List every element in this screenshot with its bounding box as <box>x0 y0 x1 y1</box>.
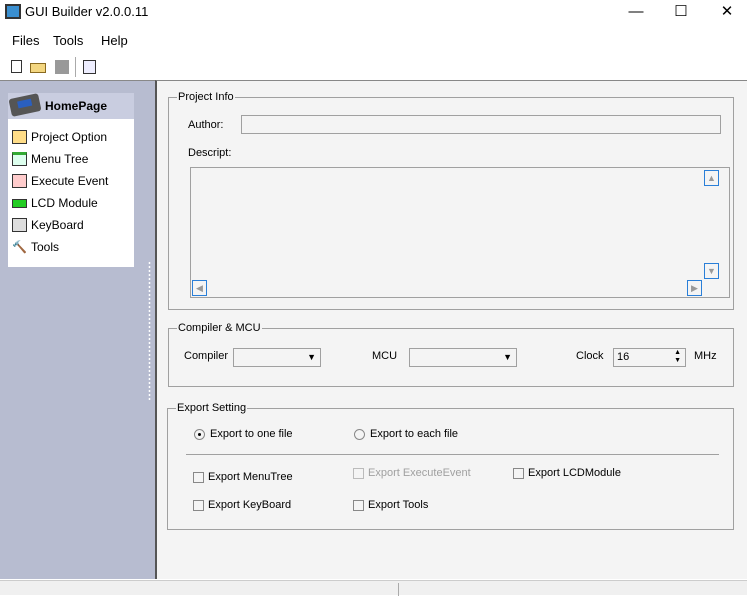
splitter-grip[interactable] <box>148 261 151 401</box>
menu-tools[interactable]: Tools <box>53 33 83 48</box>
keyboard-icon <box>12 218 27 232</box>
clock-label: Clock <box>576 350 604 362</box>
sidebar-item-execute-event[interactable]: Execute Event <box>12 170 108 192</box>
radio-export-each-file-label[interactable]: Export to each file <box>370 428 458 440</box>
checkbox-export-lcdmodule[interactable] <box>513 468 524 479</box>
status-bar <box>0 580 747 596</box>
compiler-mcu-legend: Compiler & MCU <box>178 322 261 334</box>
item-label: Project Option <box>31 130 108 144</box>
checkbox-export-menutree[interactable] <box>193 472 204 483</box>
project-info-legend: Project Info <box>178 91 234 103</box>
radio-export-each-file[interactable] <box>354 429 365 440</box>
app-icon <box>5 4 21 19</box>
sidebar-item-lcd-module[interactable]: LCD Module <box>12 192 98 214</box>
execute-event-icon <box>12 174 27 188</box>
status-divider <box>398 583 399 596</box>
window-title: GUI Builder v2.0.0.11 <box>25 4 149 19</box>
scroll-down-button[interactable]: ▼ <box>704 263 719 279</box>
homepage-label: HomePage <box>45 99 108 113</box>
checkbox-export-lcdmodule-label[interactable]: Export LCDModule <box>528 467 621 479</box>
item-label: Tools <box>31 240 60 254</box>
checkbox-export-executeevent-label: Export ExecuteEvent <box>368 467 471 479</box>
scroll-left-button[interactable]: ◀ <box>192 280 207 296</box>
checkbox-export-keyboard-label[interactable]: Export KeyBoard <box>208 499 291 511</box>
descript-textarea[interactable] <box>190 167 730 298</box>
descript-label: Descript: <box>188 147 232 159</box>
radio-export-one-file-label[interactable]: Export to one file <box>210 428 293 440</box>
sidebar-item-menu-tree[interactable]: Menu Tree <box>12 148 88 170</box>
clock-spinner[interactable]: 16 ▲ ▼ <box>613 348 686 367</box>
scroll-right-button[interactable]: ▶ <box>687 280 702 296</box>
sidebar-item-project-option[interactable]: Project Option <box>12 126 107 148</box>
compiler-select[interactable]: ▼ <box>233 348 321 367</box>
save-icon[interactable] <box>53 58 71 76</box>
checkbox-export-menutree-label[interactable]: Export MenuTree <box>208 471 293 483</box>
menu-tree-icon <box>12 152 27 166</box>
item-label: Execute Event <box>31 174 109 188</box>
chevron-down-icon: ▼ <box>503 352 512 362</box>
new-file-icon[interactable] <box>8 58 26 76</box>
item-label: Menu Tree <box>31 152 89 166</box>
radio-export-one-file[interactable] <box>194 429 205 440</box>
page-list: Project Option Menu Tree Execute Event L… <box>8 119 134 267</box>
mcu-select[interactable]: ▼ <box>409 348 517 367</box>
checkbox-export-tools-label[interactable]: Export Tools <box>368 499 428 511</box>
maximize-button[interactable]: ☐ <box>666 2 696 22</box>
checkbox-export-executeevent <box>353 468 364 479</box>
open-folder-icon[interactable] <box>29 58 47 76</box>
minimize-button[interactable]: — <box>621 2 651 22</box>
lcd-module-icon <box>12 198 27 208</box>
splitter[interactable] <box>145 80 155 579</box>
menu-files[interactable]: Files <box>12 33 39 48</box>
item-label: LCD Module <box>31 196 98 210</box>
clock-unit: MHz <box>694 350 717 362</box>
mcu-label: MCU <box>372 350 398 362</box>
scroll-up-button[interactable]: ▲ <box>704 170 719 186</box>
close-button[interactable]: ✕ <box>712 2 742 22</box>
compiler-label: Compiler <box>184 350 229 362</box>
divider <box>186 454 719 455</box>
export-setting-legend: Export Setting <box>177 402 247 414</box>
author-input[interactable] <box>241 115 721 134</box>
checkbox-export-keyboard[interactable] <box>193 500 204 511</box>
item-label: KeyBoard <box>31 218 84 232</box>
hammer-icon: 🔨 <box>12 240 27 254</box>
project-option-icon <box>12 130 27 144</box>
homepage-header[interactable]: HomePage <box>8 93 134 119</box>
spinner-arrows-icon[interactable]: ▲ ▼ <box>674 349 681 365</box>
checkbox-export-tools[interactable] <box>353 500 364 511</box>
chevron-down-icon: ▼ <box>307 352 316 362</box>
menu-help[interactable]: Help <box>101 33 128 48</box>
toolbar-separator <box>75 57 76 77</box>
sidebar: HomePage Project Option Menu Tree Execut… <box>0 80 145 579</box>
main-panel: Project Info Author: Descript: ▲ ▼ ◀ ▶ C… <box>155 80 747 579</box>
sidebar-item-tools[interactable]: 🔨 Tools <box>12 236 59 258</box>
clock-value: 16 <box>617 351 630 363</box>
exit-icon[interactable] <box>80 58 98 76</box>
chip-icon <box>8 93 42 117</box>
author-label: Author: <box>188 119 224 131</box>
sidebar-item-keyboard[interactable]: KeyBoard <box>12 214 84 236</box>
